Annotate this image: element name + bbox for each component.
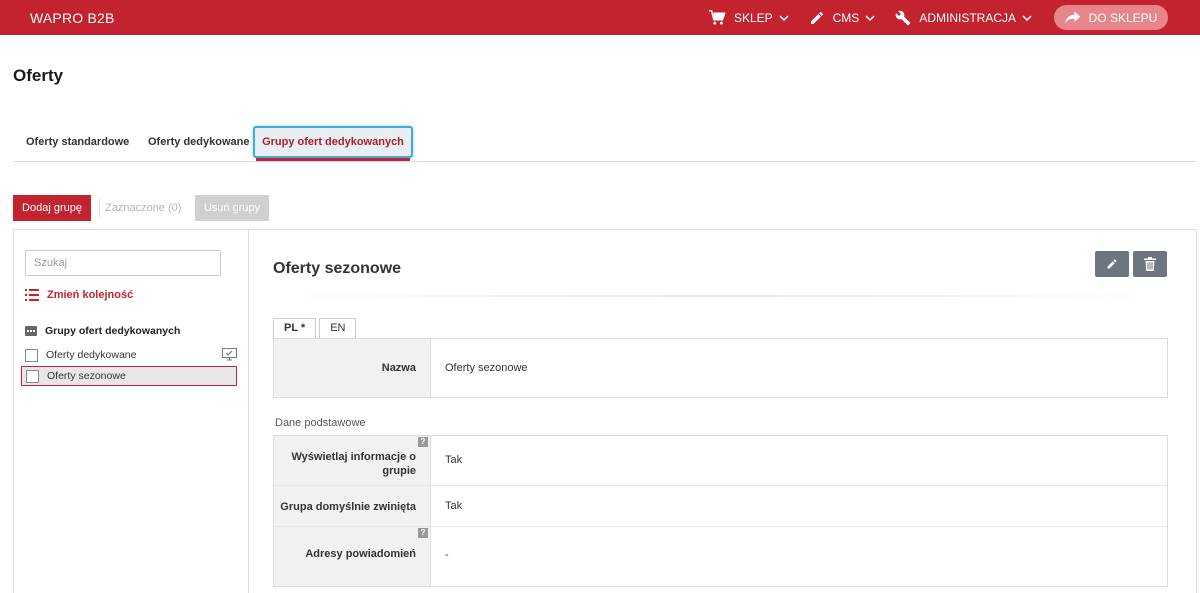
- help-icon[interactable]: ?: [418, 437, 428, 447]
- wrench-icon: [895, 10, 911, 25]
- chevron-down-icon: [865, 14, 875, 21]
- nav-cms-label: CMS: [832, 10, 860, 25]
- field-label-wrapper: ? Adresy powiadomień: [274, 527, 431, 586]
- checkbox[interactable]: [25, 348, 38, 362]
- tree-item-seasonal-offers[interactable]: Oferty sezonowe: [21, 366, 237, 386]
- to-store-label: DO SKLEPU: [1088, 10, 1158, 25]
- folder-icon: [25, 326, 37, 336]
- lang-tab-en[interactable]: EN: [319, 318, 357, 339]
- delete-button[interactable]: [1133, 251, 1167, 277]
- name-value: Oferty sezonowe: [445, 362, 528, 374]
- nav-cms[interactable]: CMS: [799, 0, 886, 35]
- lang-tab-pl[interactable]: PL *: [273, 318, 317, 339]
- section-basic-label: Dane podstawowe: [275, 417, 366, 429]
- monitor-check-icon[interactable]: [222, 348, 237, 361]
- tab-dedicated-offer-groups[interactable]: Grupy ofert dedykowanych: [253, 126, 413, 158]
- cart-icon: [708, 9, 726, 25]
- language-tabs: PL * EN: [273, 318, 359, 340]
- help-icon[interactable]: ?: [418, 528, 428, 538]
- tree-item-label: Oferty dedykowane: [46, 349, 137, 361]
- nav-shop[interactable]: SKLEP: [698, 0, 799, 35]
- nav-shop-label: SKLEP: [733, 10, 773, 25]
- tree-item-dedicated-offers[interactable]: Oferty dedykowane: [21, 345, 237, 365]
- form-row-show-info: ? Wyświetlaj informacje o grupie Tak: [274, 436, 1167, 486]
- edit-button[interactable]: [1095, 251, 1129, 277]
- nav-admin-label: ADMINISTRACJA: [919, 10, 1016, 25]
- name-label: Nazwa: [274, 339, 431, 397]
- share-arrow-icon: [1064, 10, 1080, 24]
- list-icon: [25, 289, 39, 301]
- field-label: Wyświetlaj informacje o grupie: [291, 451, 416, 477]
- tab-dedicated-offers[interactable]: Oferty dedykowane: [148, 126, 249, 160]
- tree-header: Grupy ofert dedykowanych: [25, 325, 180, 337]
- nav-admin[interactable]: ADMINISTRACJA: [885, 0, 1042, 35]
- field-value: Tak: [445, 454, 463, 466]
- edit-icon: [1107, 259, 1117, 269]
- form-row-name: Nazwa Oferty sezonowe: [274, 339, 1167, 397]
- field-value: Tak: [445, 500, 463, 512]
- detail-title: Oferty sezonowe: [273, 260, 402, 277]
- active-tab-indicator: [256, 158, 410, 161]
- tab-standard-offers[interactable]: Oferty standardowe: [26, 126, 129, 160]
- search-input[interactable]: [25, 250, 221, 276]
- reorder-link[interactable]: Zmień kolejność: [25, 289, 133, 301]
- field-value: -: [445, 549, 449, 561]
- tree-header-label: Grupy ofert dedykowanych: [45, 325, 181, 337]
- pencil-icon: [810, 11, 823, 24]
- form-row-notification-addresses: ? Adresy powiadomień -: [274, 527, 1167, 586]
- field-label-wrapper: ? Wyświetlaj informacje o grupie: [274, 436, 431, 485]
- tree-item-label: Oferty sezonowe: [47, 370, 126, 382]
- groups-sidebar: Zmień kolejność Grupy ofert dedykowanych…: [13, 229, 249, 593]
- field-label: Grupa domyślnie zwinięta: [274, 486, 431, 526]
- selected-count-button[interactable]: Zaznaczone (0): [105, 195, 181, 221]
- field-label: Adresy powiadomień: [305, 548, 416, 560]
- tab-bar: Oferty standardowe Oferty dedykowane Gru…: [13, 126, 1196, 162]
- group-detail-panel: Oferty sezonowe PL * EN Nazwa Oferty sez…: [249, 229, 1197, 593]
- chevron-down-icon: [1022, 14, 1032, 21]
- to-store-button[interactable]: DO SKLEPU: [1054, 5, 1168, 30]
- remove-groups-button[interactable]: Usuń grupy: [195, 195, 269, 221]
- basic-data-form: ? Wyświetlaj informacje o grupie Tak Gru…: [273, 435, 1168, 587]
- page-title: Oferty: [13, 66, 64, 85]
- title-divider: [273, 295, 1169, 297]
- add-group-button[interactable]: Dodaj grupę: [13, 195, 91, 221]
- top-bar: WAPRO B2B SKLEP CMS ADMINISTRACJA DO SKL…: [0, 0, 1200, 35]
- form-row-collapsed: Grupa domyślnie zwinięta Tak: [274, 486, 1167, 527]
- checkbox[interactable]: [26, 369, 39, 383]
- top-nav: SKLEP CMS ADMINISTRACJA DO SKLEPU: [698, 0, 1200, 35]
- chevron-down-icon: [779, 14, 789, 21]
- trash-icon: [1144, 257, 1156, 271]
- reorder-label: Zmień kolejność: [47, 289, 134, 301]
- name-form: Nazwa Oferty sezonowe: [273, 338, 1168, 398]
- brand-logo[interactable]: WAPRO B2B: [30, 10, 115, 26]
- toolbar-divider: [99, 198, 100, 218]
